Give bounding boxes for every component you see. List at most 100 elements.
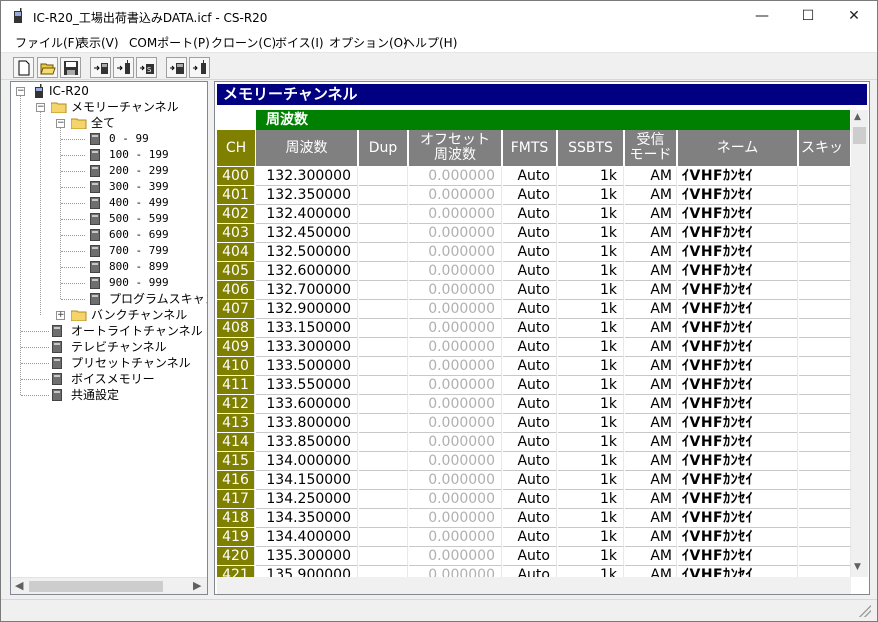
cell-skip[interactable]: [799, 224, 851, 243]
cell-mode[interactable]: AM: [625, 414, 677, 433]
cell-mode[interactable]: AM: [625, 224, 677, 243]
tree-node-range[interactable]: 900 - 999: [11, 275, 207, 291]
cell-mode[interactable]: AM: [625, 167, 677, 186]
cell-skip[interactable]: [799, 338, 851, 357]
cell-frequency[interactable]: 133.300000: [256, 338, 358, 357]
table-row[interactable]: 416 134.150000 0.000000 Auto 1k AM ｲVHFｶﾝｾｲ: [217, 471, 851, 490]
column-header-mode[interactable]: 受信 モード: [625, 130, 677, 166]
table-row[interactable]: 400 132.300000 0.000000 Auto 1k AM ｲVHFｶﾝｾｲ: [217, 167, 851, 186]
cell-offset[interactable]: 0.000000: [409, 357, 502, 376]
cell-dup[interactable]: [359, 414, 408, 433]
cell-dup[interactable]: [359, 376, 408, 395]
tree-node-range[interactable]: 300 - 399: [11, 179, 207, 195]
cell-skip[interactable]: [799, 471, 851, 490]
cell-name[interactable]: ｲVHFｶﾝｾｲ: [678, 281, 798, 300]
cell-ch[interactable]: 410: [217, 357, 255, 376]
cell-ch[interactable]: 401: [217, 186, 255, 205]
voice-write-button[interactable]: [189, 57, 210, 78]
cell-fmts[interactable]: Auto: [503, 224, 557, 243]
read-from-radio-button[interactable]: [90, 57, 111, 78]
menu-file[interactable]: ファイル(F): [15, 34, 79, 51]
cell-frequency[interactable]: 132.400000: [256, 205, 358, 224]
cell-mode[interactable]: AM: [625, 319, 677, 338]
cell-skip[interactable]: [799, 509, 851, 528]
cell-skip[interactable]: [799, 528, 851, 547]
tree-node-preset-channel[interactable]: プリセットチャンネル: [11, 355, 207, 371]
menu-options[interactable]: オプション(O): [329, 34, 408, 51]
cell-dup[interactable]: [359, 319, 408, 338]
cell-mode[interactable]: AM: [625, 433, 677, 452]
cell-dup[interactable]: [359, 509, 408, 528]
cell-ch[interactable]: 402: [217, 205, 255, 224]
cell-dup[interactable]: [359, 205, 408, 224]
cell-fmts[interactable]: Auto: [503, 205, 557, 224]
cell-skip[interactable]: [799, 490, 851, 509]
tree-node-tv-channel[interactable]: テレビチャンネル: [11, 339, 207, 355]
cell-ch[interactable]: 403: [217, 224, 255, 243]
table-row[interactable]: 420 135.300000 0.000000 Auto 1k AM ｲVHFｶﾝｾｲ: [217, 547, 851, 566]
column-header-ch[interactable]: CH: [217, 130, 255, 166]
cell-fmts[interactable]: Auto: [503, 414, 557, 433]
scroll-left-icon[interactable]: ◀: [15, 579, 23, 592]
minimize-button[interactable]: —: [739, 1, 785, 31]
cell-offset[interactable]: 0.000000: [409, 414, 502, 433]
table-row[interactable]: 401 132.350000 0.000000 Auto 1k AM ｲVHFｶﾝｾｲ: [217, 186, 851, 205]
table-row[interactable]: 415 134.000000 0.000000 Auto 1k AM ｲVHFｶﾝｾｲ: [217, 452, 851, 471]
new-button[interactable]: [13, 57, 34, 78]
cell-dup[interactable]: [359, 281, 408, 300]
cell-ch[interactable]: 416: [217, 471, 255, 490]
tree-node-program-scan[interactable]: プログラムスキャン: [11, 291, 207, 307]
cell-ssbts[interactable]: 1k: [558, 547, 624, 566]
menu-com-port[interactable]: COMポート(P): [129, 34, 210, 51]
collapse-icon[interactable]: −: [16, 87, 25, 96]
tree-node-range[interactable]: 0 - 99: [11, 131, 207, 147]
cell-offset[interactable]: 0.000000: [409, 205, 502, 224]
cell-fmts[interactable]: Auto: [503, 376, 557, 395]
cell-skip[interactable]: [799, 243, 851, 262]
cell-ch[interactable]: 407: [217, 300, 255, 319]
cell-ssbts[interactable]: 1k: [558, 414, 624, 433]
cell-ch[interactable]: 419: [217, 528, 255, 547]
cell-name[interactable]: ｲVHFｶﾝｾｲ: [678, 433, 798, 452]
cell-skip[interactable]: [799, 167, 851, 186]
cell-ssbts[interactable]: 1k: [558, 452, 624, 471]
table-row[interactable]: 403 132.450000 0.000000 Auto 1k AM ｲVHFｶﾝｾｲ: [217, 224, 851, 243]
tree-node-voice-memory[interactable]: ボイスメモリー: [11, 371, 207, 387]
cell-dup[interactable]: [359, 243, 408, 262]
cell-ssbts[interactable]: 1k: [558, 471, 624, 490]
cell-ch[interactable]: 413: [217, 414, 255, 433]
cell-skip[interactable]: [799, 376, 851, 395]
cell-offset[interactable]: 0.000000: [409, 167, 502, 186]
column-header-ssbts[interactable]: SSBTS: [558, 130, 624, 166]
tree-node-common-settings[interactable]: 共通設定: [11, 387, 207, 403]
table-row[interactable]: 417 134.250000 0.000000 Auto 1k AM ｲVHFｶﾝｾｲ: [217, 490, 851, 509]
table-row[interactable]: 410 133.500000 0.000000 Auto 1k AM ｲVHFｶﾝｾｲ: [217, 357, 851, 376]
cell-skip[interactable]: [799, 452, 851, 471]
cell-name[interactable]: ｲVHFｶﾝｾｲ: [678, 395, 798, 414]
cell-fmts[interactable]: Auto: [503, 357, 557, 376]
cell-name[interactable]: ｲVHFｶﾝｾｲ: [678, 547, 798, 566]
cell-ssbts[interactable]: 1k: [558, 528, 624, 547]
cell-dup[interactable]: [359, 357, 408, 376]
cell-ssbts[interactable]: 1k: [558, 395, 624, 414]
table-row[interactable]: 411 133.550000 0.000000 Auto 1k AM ｲVHFｶﾝｾｲ: [217, 376, 851, 395]
table-row[interactable]: 408 133.150000 0.000000 Auto 1k AM ｲVHFｶﾝｾｲ: [217, 319, 851, 338]
cell-mode[interactable]: AM: [625, 452, 677, 471]
cell-fmts[interactable]: Auto: [503, 186, 557, 205]
cell-skip[interactable]: [799, 547, 851, 566]
cell-offset[interactable]: 0.000000: [409, 395, 502, 414]
cell-offset[interactable]: 0.000000: [409, 490, 502, 509]
cell-dup[interactable]: [359, 224, 408, 243]
cell-frequency[interactable]: 132.700000: [256, 281, 358, 300]
cell-ch[interactable]: 409: [217, 338, 255, 357]
cell-ssbts[interactable]: 1k: [558, 490, 624, 509]
write-to-radio-button[interactable]: [113, 57, 134, 78]
menu-clone[interactable]: クローン(C): [211, 34, 276, 51]
menu-help[interactable]: ヘルプ(H): [403, 34, 457, 51]
cell-offset[interactable]: 0.000000: [409, 509, 502, 528]
menu-view[interactable]: 表示(V): [77, 34, 119, 51]
cell-ssbts[interactable]: 1k: [558, 338, 624, 357]
scrollbar-thumb[interactable]: [853, 127, 866, 144]
cell-fmts[interactable]: Auto: [503, 490, 557, 509]
cell-mode[interactable]: AM: [625, 471, 677, 490]
